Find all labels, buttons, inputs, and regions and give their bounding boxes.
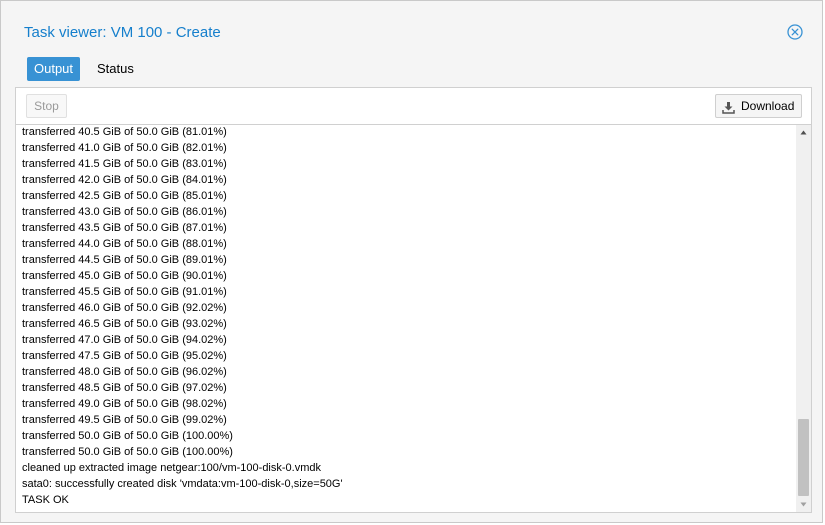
triangle-up-icon[interactable] [796,125,811,140]
close-icon[interactable] [787,24,803,40]
download-button[interactable]: Download [715,94,802,118]
scrollbar-thumb[interactable] [798,419,809,496]
log-line: transferred 50.0 GiB of 50.0 GiB (100.00… [22,446,233,458]
log-line: transferred 40.5 GiB of 50.0 GiB (81.01%… [22,126,227,138]
log-line: transferred 48.5 GiB of 50.0 GiB (97.02%… [22,382,227,394]
log-line: transferred 41.5 GiB of 50.0 GiB (83.01%… [22,158,227,170]
download-icon [722,99,735,114]
log-line: transferred 46.0 GiB of 50.0 GiB (92.02%… [22,302,227,314]
log-line: transferred 42.5 GiB of 50.0 GiB (85.01%… [22,190,227,202]
log-line: sata0: successfully created disk 'vmdata… [22,478,343,490]
log-line: transferred 45.5 GiB of 50.0 GiB (91.01%… [22,286,227,298]
output-toolbar: Stop Download [16,88,811,125]
log-line: transferred 47.0 GiB of 50.0 GiB (94.02%… [22,334,227,346]
log-line: transferred 48.0 GiB of 50.0 GiB (96.02%… [22,366,227,378]
log-line: cleaned up extracted image netgear:100/v… [22,462,321,474]
window-titlebar: Task viewer: VM 100 - Create [1,1,822,51]
log-line: transferred 44.5 GiB of 50.0 GiB (89.01%… [22,254,227,266]
log-line: transferred 50.0 GiB of 50.0 GiB (100.00… [22,430,233,442]
output-panel: Stop Download transferred 40.5 GiB of 50… [15,87,812,513]
log-line: transferred 45.0 GiB of 50.0 GiB (90.01%… [22,270,227,282]
log-line: transferred 46.5 GiB of 50.0 GiB (93.02%… [22,318,227,330]
log-line: transferred 49.5 GiB of 50.0 GiB (99.02%… [22,414,227,426]
log-line: transferred 44.0 GiB of 50.0 GiB (88.01%… [22,238,227,250]
tab-output[interactable]: Output [27,57,80,81]
log-line: transferred 41.0 GiB of 50.0 GiB (82.01%… [22,142,227,154]
log-scrollbar[interactable] [796,125,811,512]
log-line: transferred 47.5 GiB of 50.0 GiB (95.02%… [22,350,227,362]
window-title: Task viewer: VM 100 - Create [24,24,221,41]
task-log[interactable]: transferred 40.5 GiB of 50.0 GiB (81.01%… [16,125,794,512]
tab-status[interactable]: Status [90,57,141,81]
download-button-label: Download [741,99,795,113]
task-viewer-window: Task viewer: VM 100 - Create Output Stat… [0,0,823,523]
triangle-down-icon[interactable] [796,497,811,512]
stop-button[interactable]: Stop [26,94,67,118]
log-line: transferred 49.0 GiB of 50.0 GiB (98.02%… [22,398,227,410]
log-line: transferred 43.5 GiB of 50.0 GiB (87.01%… [22,222,227,234]
log-line: transferred 43.0 GiB of 50.0 GiB (86.01%… [22,206,227,218]
log-line: TASK OK [22,494,69,506]
log-line: transferred 42.0 GiB of 50.0 GiB (84.01%… [22,174,227,186]
